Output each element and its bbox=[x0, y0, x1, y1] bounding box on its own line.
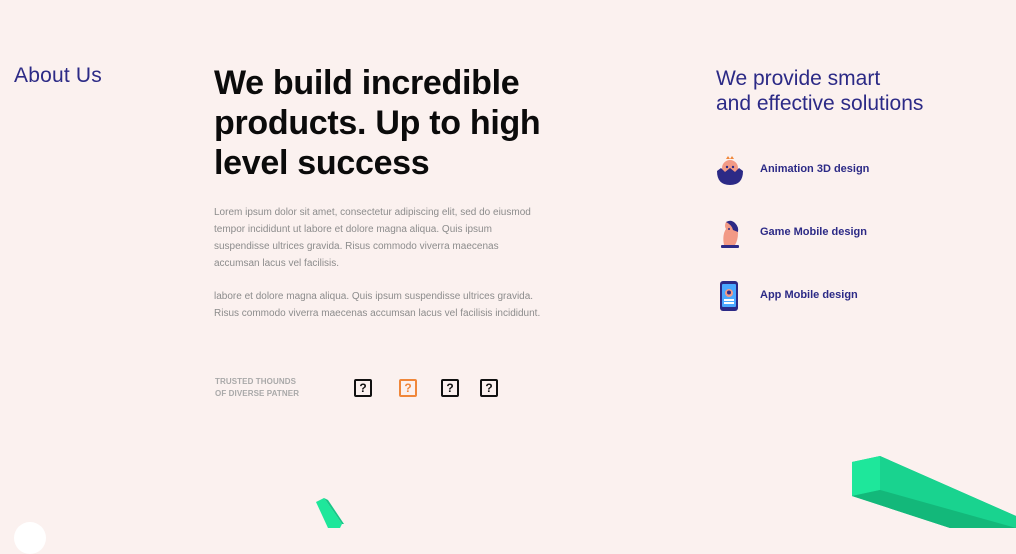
service-item-animation: Animation 3D design bbox=[716, 155, 976, 187]
decorative-white-circle bbox=[14, 522, 46, 554]
service-item-app: App Mobile design bbox=[716, 281, 976, 313]
section-label: About Us bbox=[14, 64, 102, 87]
solutions-heading-line-1: We provide smart bbox=[716, 67, 881, 90]
partner-logo-2-icon: ? bbox=[399, 379, 417, 397]
body-paragraph-2: labore et dolore magna aliqua. Quis ipsu… bbox=[214, 291, 541, 319]
service-item-game: Game Mobile design bbox=[716, 218, 976, 250]
chess-knight-icon bbox=[716, 218, 744, 250]
partner-logo-3-icon: ? bbox=[441, 379, 459, 397]
partner-logo-4-icon: ? bbox=[480, 379, 498, 397]
mobile-app-icon bbox=[716, 281, 744, 313]
trusted-caption-line-1: TRUSTED THOUNDS bbox=[215, 377, 297, 386]
decorative-green-bar bbox=[840, 448, 1016, 528]
headline: We build incredible products. Up to high… bbox=[214, 64, 541, 182]
trusted-partners: TRUSTED THOUNDS OF DIVERSE PATNER ? ? ? … bbox=[215, 376, 515, 400]
service-label: App Mobile design bbox=[760, 289, 858, 301]
about-main-content: We build incredible products. Up to high… bbox=[214, 63, 564, 322]
solutions-heading: We provide smart and effective solutions bbox=[716, 66, 996, 116]
chick-egg-icon bbox=[716, 155, 744, 187]
trusted-caption-line-2: OF DIVERSE PATNER bbox=[215, 389, 300, 398]
partner-logo-1-icon: ? bbox=[354, 379, 372, 397]
service-label: Game Mobile design bbox=[760, 226, 867, 238]
decorative-green-stick bbox=[312, 496, 352, 528]
service-label: Animation 3D design bbox=[760, 163, 870, 175]
body-paragraph-1: Lorem ipsum dolor sit amet, consectetur … bbox=[214, 207, 531, 269]
solutions-heading-line-2: and effective solutions bbox=[716, 92, 924, 115]
trusted-caption: TRUSTED THOUNDS OF DIVERSE PATNER bbox=[215, 376, 325, 400]
